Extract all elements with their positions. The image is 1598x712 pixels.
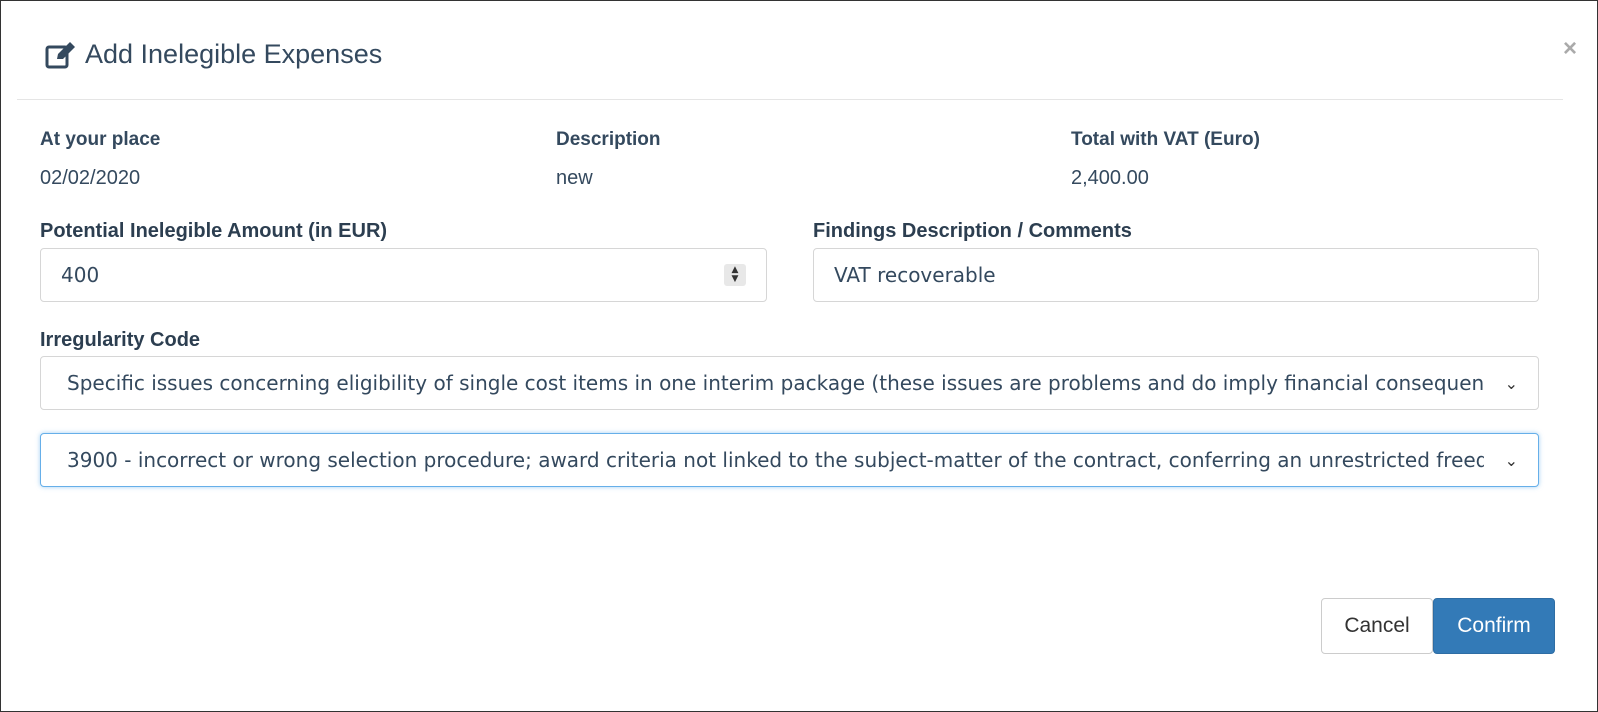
irregularity-category-select[interactable]: Specific issues concerning eligibility o…	[40, 356, 1539, 410]
amount-input-value: 400	[61, 263, 100, 287]
total-with-vat-label: Total with VAT (Euro)	[1071, 129, 1260, 150]
at-your-place-label: At your place	[40, 129, 161, 150]
spinner-down-icon[interactable]: ▼	[732, 275, 739, 284]
findings-label: Findings Description / Comments	[813, 220, 1132, 242]
irregularity-code-select[interactable]: 3900 - incorrect or wrong selection proc…	[40, 433, 1539, 487]
chevron-down-icon: ⌄	[1504, 373, 1518, 393]
at-your-place-value: 02/02/2020	[40, 167, 141, 189]
description-value: new	[556, 167, 593, 189]
amount-input[interactable]: 400 ▲ ▼	[40, 248, 767, 302]
irregularity-code-value: 3900 - incorrect or wrong selection proc…	[67, 448, 1484, 472]
modal-title-text: Add Inelegible Expenses	[85, 39, 383, 69]
add-inelegible-expenses-modal: Add Inelegible Expenses × At your place …	[0, 0, 1598, 712]
close-icon[interactable]: ×	[1563, 37, 1577, 61]
cancel-button[interactable]: Cancel	[1321, 598, 1433, 654]
confirm-button[interactable]: Confirm	[1433, 598, 1555, 654]
findings-input-value: VAT recoverable	[834, 263, 996, 287]
irregularity-code-label: Irregularity Code	[40, 329, 201, 351]
chevron-down-icon: ⌄	[1504, 450, 1518, 470]
edit-icon	[45, 40, 79, 70]
irregularity-category-value: Specific issues concerning eligibility o…	[67, 371, 1484, 395]
description-label: Description	[556, 129, 661, 150]
number-spinner-icon[interactable]: ▲ ▼	[724, 264, 746, 286]
total-with-vat-value: 2,400.00	[1071, 167, 1149, 189]
amount-label: Potential Inelegible Amount (in EUR)	[40, 220, 388, 242]
modal-title: Add Inelegible Expenses	[45, 39, 382, 70]
findings-input[interactable]: VAT recoverable	[813, 248, 1539, 302]
